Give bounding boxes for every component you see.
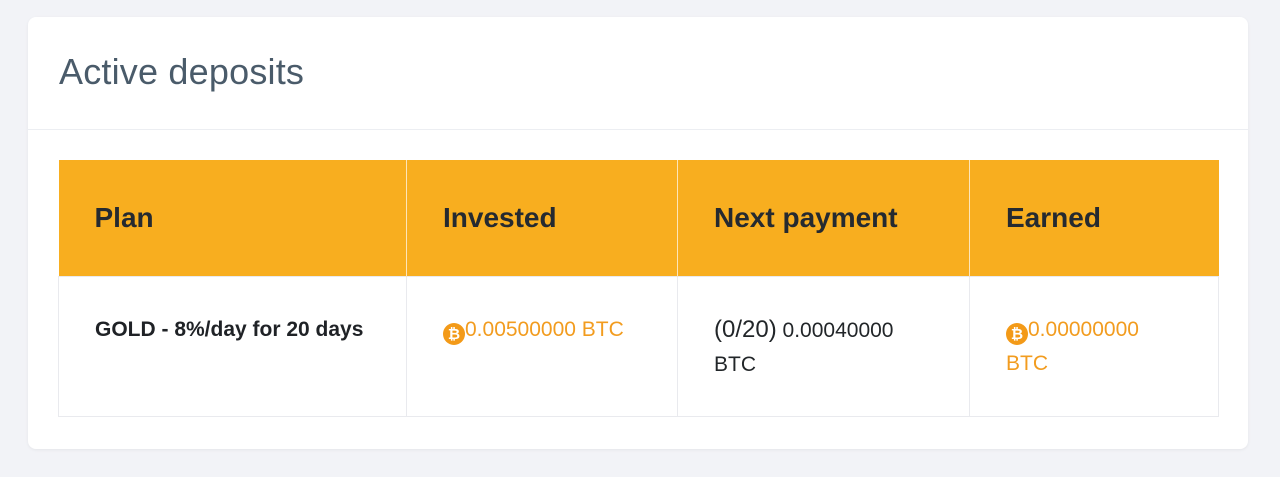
table-header-row: Plan Invested Next payment Earned [58,160,1219,277]
plan-cell: GOLD - 8%/day for 20 days [58,276,407,417]
earned-amount: 0.00000000 BTC [1006,318,1139,375]
table-row: GOLD - 8%/day for 20 days ₿ 0.00500000 BT… [58,276,1219,417]
invested-amount: 0.00500000 BTC [465,318,624,341]
next-payment-cell: (0/20) 0.00040000 BTC [677,276,970,417]
deposits-table: Plan Invested Next payment Earned GOLD -… [58,160,1219,417]
plan-name: GOLD - 8%/day for 20 days [95,318,364,341]
card-header: Active deposits [28,17,1248,130]
column-header-earned: Earned [969,160,1219,277]
bitcoin-icon: ₿ [443,323,465,345]
bitcoin-icon: ₿ [1006,323,1028,345]
invested-cell: ₿ 0.00500000 BTC [406,276,678,417]
earned-cell: ₿ 0.00000000 BTC [969,276,1219,417]
column-header-next-payment: Next payment [677,160,970,277]
card-title: Active deposits [59,51,305,92]
column-header-plan: Plan [58,160,407,277]
column-header-invested: Invested [406,160,678,277]
payment-progress: (0/20) [714,316,777,343]
deposits-table-wrapper: Plan Invested Next payment Earned GOLD -… [58,160,1219,417]
active-deposits-card: Active deposits Plan Invested Next payme… [28,17,1248,449]
